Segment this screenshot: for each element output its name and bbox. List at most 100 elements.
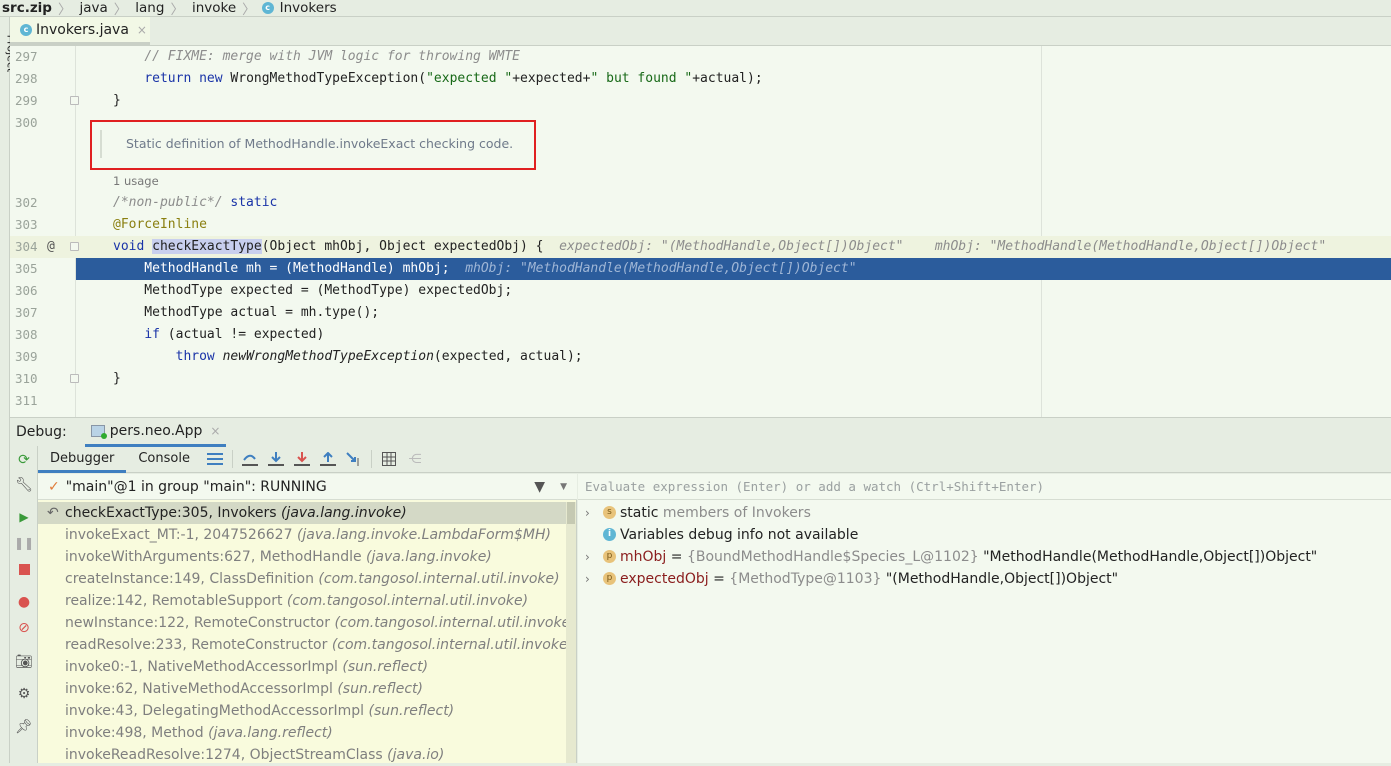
frame-method: invokeReadResolve:1274, ObjectStreamClas… (65, 747, 388, 763)
line-number[interactable]: 309 (15, 346, 38, 368)
breadcrumb-item[interactable]: invoke (190, 0, 242, 16)
close-icon[interactable]: × (210, 424, 220, 438)
tab-debugger[interactable]: Debugger (38, 446, 127, 473)
frame-method: realize:142, RemotableSupport (65, 593, 287, 609)
step-into-icon[interactable] (263, 449, 289, 469)
expand-arrow-icon[interactable]: › (585, 546, 590, 568)
view-breakpoints-icon[interactable]: ● (16, 594, 32, 610)
code-token: return new (144, 71, 223, 86)
pause-icon[interactable]: ❚❚ (14, 535, 34, 551)
stack-frame[interactable]: ↶ checkExactType:305, Invokers (java.lang… (38, 502, 566, 524)
variable-row[interactable]: › p expectedObj = {MethodType@1103} "(Meth… (578, 568, 1391, 590)
expand-arrow-icon[interactable]: › (585, 568, 590, 590)
code-line[interactable]: 304 @ void checkExactType(Object mhObj, Ob… (10, 236, 1391, 258)
fold-icon[interactable] (70, 242, 79, 251)
code-line[interactable]: 307 MethodType actual = mh.type(); (10, 302, 1391, 324)
code-line[interactable]: 303 @ForceInline (10, 214, 1391, 236)
expand-arrow-icon[interactable]: › (585, 502, 590, 524)
breadcrumb-item[interactable]: lang (133, 0, 170, 16)
variable-row[interactable]: i Variables debug info not available (578, 524, 1391, 546)
line-number[interactable]: 300 (15, 112, 38, 134)
resume-icon[interactable]: ▶ (16, 509, 32, 525)
force-step-into-icon[interactable] (289, 449, 315, 469)
code-editor[interactable]: 297 // FIXME: merge with JVM logic for t… (10, 46, 1391, 417)
breadcrumb-item[interactable]: Invokers (278, 0, 343, 16)
settings-icon[interactable]: ⚙ (16, 686, 32, 702)
code-line[interactable]: 297 // FIXME: merge with JVM logic for t… (10, 46, 1391, 68)
line-number[interactable]: 307 (15, 302, 38, 324)
trace-icon[interactable]: ⋲ (402, 449, 428, 469)
tab-invokers-java[interactable]: c Invokers.java × (10, 17, 150, 45)
step-out-icon[interactable] (315, 449, 341, 469)
tab-console[interactable]: Console (126, 446, 202, 473)
frame-method: invoke:43, DelegatingMethodAccessorImpl (65, 703, 369, 719)
code-line[interactable]: 311 (10, 390, 1391, 412)
usage-hint[interactable]: 1 usage (113, 174, 159, 188)
line-number[interactable]: 302 (15, 192, 38, 214)
code-token: newWrongMethodTypeException (222, 349, 434, 364)
variables-panel: Evaluate expression (Enter) or add a wat… (578, 474, 1391, 763)
fold-icon[interactable] (70, 374, 79, 383)
stack-frame[interactable]: invoke:62, NativeMethodAccessorImpl (sun… (38, 678, 566, 700)
pin-icon[interactable]: 📌︎ (15, 719, 33, 735)
tab-run-config[interactable]: pers.neo.App × (84, 418, 227, 447)
code-line[interactable]: 308 if (actual != expected) (10, 324, 1391, 346)
code-line[interactable]: 299} (10, 90, 1391, 112)
stack-frame[interactable]: invoke:498, Method (java.lang.reflect) (38, 722, 566, 744)
chevron-down-icon[interactable]: ▼ (560, 482, 567, 492)
step-over-icon[interactable] (237, 449, 263, 469)
variable-row[interactable]: › s static members of Invokers (578, 502, 1391, 524)
code-token: } (113, 93, 121, 108)
code-line[interactable]: 306 MethodType expected = (MethodType) e… (10, 280, 1391, 302)
line-number[interactable]: 304 (15, 236, 38, 258)
stack-frame[interactable]: realize:142, RemotableSupport (com.tango… (38, 590, 566, 612)
camera-icon[interactable]: 📷︎ (15, 654, 33, 670)
line-number[interactable]: 305 (15, 258, 38, 280)
frame-method: invokeWithArguments:627, MethodHandle (65, 549, 367, 565)
fold-icon[interactable] (70, 96, 79, 105)
line-number[interactable]: 303 (15, 214, 38, 236)
stack-frame[interactable]: createInstance:149, ClassDefinition (com… (38, 568, 566, 590)
stop-icon[interactable] (16, 561, 32, 577)
thread-selector[interactable]: ✓ "main"@1 in group "main": RUNNING ▼ ▼ (38, 474, 577, 500)
parameter-icon: p (603, 550, 616, 563)
line-number[interactable]: 308 (15, 324, 38, 346)
code-line[interactable]: 310} (10, 368, 1391, 390)
code-text: throw newWrongMethodTypeException(expect… (113, 346, 583, 368)
line-number[interactable]: 311 (15, 390, 38, 412)
evaluate-expression-icon[interactable] (376, 449, 402, 469)
line-number[interactable]: 297 (15, 46, 38, 68)
wrench-icon[interactable]: 🔧︎ (15, 477, 33, 493)
line-number[interactable]: 310 (15, 368, 38, 390)
line-number[interactable]: 306 (15, 280, 38, 302)
line-number[interactable]: 299 (15, 90, 38, 112)
code-line[interactable]: 309 throw newWrongMethodTypeException(ex… (10, 346, 1391, 368)
rerun-icon[interactable]: ⟳ (16, 452, 32, 468)
execution-line[interactable]: 305 MethodHandle mh = (MethodHandle) mhO… (10, 258, 1391, 280)
code-token: void (113, 239, 145, 254)
variable-row[interactable]: › p mhObj = {BoundMethodHandle$Species_L@1… (578, 546, 1391, 568)
stack-frame[interactable]: newInstance:122, RemoteConstructor (com.… (38, 612, 576, 634)
run-to-cursor-icon[interactable] (341, 449, 367, 469)
code-line[interactable]: 298 return new WrongMethodTypeException(… (10, 68, 1391, 90)
tab-label: Invokers.java (36, 21, 129, 38)
stack-frame[interactable]: invoke0:-1, NativeMethodAccessorImpl (su… (38, 656, 566, 678)
annotation-gutter-icon[interactable]: @ (47, 236, 55, 258)
code-text: MethodHandle mh = (MethodHandle) mhObj; … (113, 258, 856, 280)
variable-value: "MethodHandle(MethodHandle,Object[])Obje… (978, 549, 1318, 565)
code-line[interactable]: 302 /*non-public*/ static (10, 192, 1391, 214)
frames-scrollbar[interactable] (566, 502, 576, 763)
variable-name: expectedObj (620, 571, 709, 587)
stack-frame[interactable]: invokeExact_MT:-1, 2047526627 (java.lang… (38, 524, 566, 546)
evaluate-expression-input[interactable]: Evaluate expression (Enter) or add a wat… (578, 474, 1391, 500)
stack-frame[interactable]: readResolve:233, RemoteConstructor (com.… (38, 634, 573, 656)
stack-frame[interactable]: invokeWithArguments:627, MethodHandle (j… (38, 546, 566, 568)
stack-frame[interactable]: invoke:43, DelegatingMethodAccessorImpl … (38, 700, 566, 722)
mute-breakpoints-icon[interactable]: ⊘ (16, 620, 32, 636)
filter-icon[interactable]: ▼ (534, 479, 545, 495)
breadcrumb-item[interactable]: src.zip (0, 0, 58, 16)
line-number[interactable]: 298 (15, 68, 38, 90)
breadcrumb-item[interactable]: java (77, 0, 113, 16)
close-tab-icon[interactable]: × (137, 23, 147, 37)
frames-layout-icon[interactable] (202, 449, 228, 469)
